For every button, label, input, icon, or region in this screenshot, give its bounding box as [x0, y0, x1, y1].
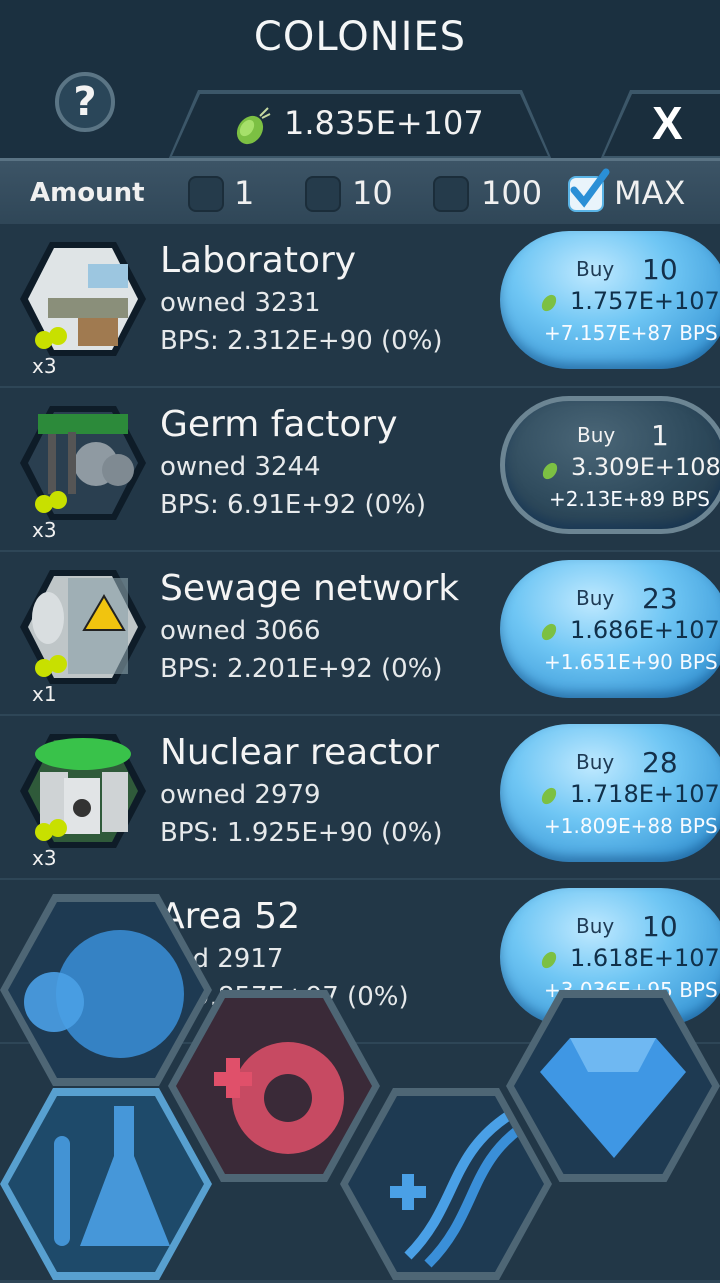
nuclear-reactor-icon — [20, 734, 146, 848]
buy-bps-gain: +1.809E+88 BPS — [544, 814, 718, 838]
nuclear-reactor-buy-button[interactable]: Buy 28 1.718E+107 +1.809E+88 BPS — [500, 724, 720, 862]
buy-bps-gain: +7.157E+87 BPS — [544, 321, 718, 345]
buy-label: Buy — [576, 586, 615, 610]
buy-label: Buy — [576, 914, 615, 938]
germ-factory-multiplier: x3 — [32, 518, 57, 542]
currency-value: 1.835E+107 — [284, 104, 484, 142]
buy-label: Buy — [576, 257, 615, 281]
germ-icon — [542, 462, 558, 480]
buy-cost: 1.718E+107 — [570, 780, 720, 808]
amount-100-label: 100 — [481, 174, 543, 212]
buy-label: Buy — [576, 750, 615, 774]
amount-max-label: MAX — [614, 174, 686, 212]
laboratory-multiplier: x3 — [32, 354, 57, 378]
buy-label: Buy — [577, 423, 616, 447]
sewage-network-icon — [20, 570, 146, 684]
amount-1-checkbox[interactable] — [188, 176, 224, 212]
buy-quantity: 23 — [642, 582, 678, 615]
buy-quantity: 10 — [642, 910, 678, 943]
germ-icon — [541, 623, 557, 641]
amount-10-checkbox[interactable] — [305, 176, 341, 212]
amount-label: Amount — [30, 178, 145, 208]
help-button[interactable]: ? — [55, 72, 115, 132]
amount-10-label: 10 — [352, 174, 393, 212]
amount-100-checkbox[interactable] — [433, 176, 469, 212]
buy-quantity: 10 — [642, 253, 678, 286]
buy-quantity: 1 — [651, 419, 669, 452]
buy-bps-gain: +1.651E+90 BPS — [544, 650, 718, 674]
laboratory-icon — [20, 242, 146, 356]
germ-icon — [541, 787, 557, 805]
germ-icon — [541, 951, 557, 969]
laboratory-buy-button[interactable]: Buy 10 1.757E+107 +7.157E+87 BPS — [500, 231, 720, 369]
area-52-name: Area 52 — [160, 896, 301, 937]
nuclear-reactor-owned: owned 2979 — [160, 780, 321, 810]
nuclear-reactor-bps: BPS: 1.925E+90 (0%) — [160, 818, 443, 848]
sewage-network-multiplier: x1 — [32, 682, 57, 706]
germ-factory-buy-button[interactable]: Buy 1 3.309E+108 +2.13E+89 BPS — [500, 396, 720, 534]
checkmark-icon — [570, 168, 610, 208]
germ-icon — [541, 294, 557, 312]
germ-factory-icon — [20, 406, 146, 520]
buy-cost: 3.309E+108 — [571, 453, 720, 481]
laboratory-bps: BPS: 2.312E+90 (0%) — [160, 326, 443, 356]
nuclear-reactor-multiplier: x3 — [32, 846, 57, 870]
germ-icon — [236, 107, 271, 145]
sewage-network-buy-button[interactable]: Buy 23 1.686E+107 +1.651E+90 BPS — [500, 560, 720, 698]
laboratory-name: Laboratory — [160, 240, 357, 281]
buy-quantity: 28 — [642, 746, 678, 779]
buy-cost: 1.618E+107 — [570, 944, 720, 972]
sewage-network-name: Sewage network — [160, 568, 460, 609]
laboratory-owned: owned 3231 — [160, 288, 321, 318]
close-button[interactable]: X — [652, 96, 683, 150]
sewage-network-bps: BPS: 2.201E+92 (0%) — [160, 654, 443, 684]
germ-factory-bps: BPS: 6.91E+92 (0%) — [160, 490, 427, 520]
sewage-network-owned: owned 3066 — [160, 616, 321, 646]
buy-bps-gain: +2.13E+89 BPS — [549, 487, 710, 511]
page-title: COLONIES — [253, 14, 467, 60]
germ-factory-name: Germ factory — [160, 404, 398, 445]
amount-1-label: 1 — [234, 174, 255, 212]
nuclear-reactor-name: Nuclear reactor — [160, 732, 439, 773]
germ-factory-owned: owned 3244 — [160, 452, 321, 482]
buy-cost: 1.757E+107 — [570, 287, 720, 315]
buy-cost: 1.686E+107 — [570, 616, 720, 644]
